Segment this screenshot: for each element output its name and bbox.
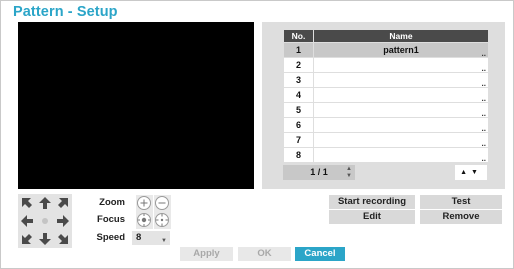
- row-number: 4: [283, 87, 314, 103]
- row-name-cell[interactable]: ..: [313, 87, 489, 103]
- focus-near-icon: [137, 213, 151, 227]
- row-number: 6: [283, 117, 314, 133]
- pattern-list-panel: No. Name 1 pattern1.. 2 .. 3 .. 4 .. 5 .…: [262, 22, 505, 189]
- edit-button[interactable]: Edit: [329, 210, 415, 224]
- row-number: 2: [283, 57, 314, 73]
- table-row[interactable]: 1 pattern1..: [283, 42, 489, 58]
- video-preview[interactable]: [18, 22, 254, 189]
- column-header-no: No.: [283, 29, 314, 43]
- focus-label: Focus: [97, 214, 125, 225]
- test-button[interactable]: Test: [420, 195, 502, 209]
- column-header-name: Name: [313, 29, 489, 43]
- speed-select[interactable]: 8 ▼: [132, 231, 170, 245]
- reorder-buttons: ▲▼: [455, 165, 487, 180]
- zoom-out-icon: [155, 196, 169, 210]
- row-name-cell[interactable]: ..: [313, 102, 489, 118]
- center-dot-icon[interactable]: [36, 212, 54, 230]
- arrow-right-icon[interactable]: [54, 212, 72, 230]
- row-name-cell[interactable]: pattern1..: [313, 42, 489, 58]
- speed-value: 8: [136, 232, 142, 243]
- arrow-down-right-icon[interactable]: [54, 230, 72, 248]
- row-name-cell[interactable]: ..: [313, 132, 489, 148]
- arrow-up-right-icon[interactable]: [54, 194, 72, 212]
- chevron-down-icon: ▼: [161, 238, 167, 244]
- table-row[interactable]: 3 ..: [283, 72, 489, 88]
- table-row[interactable]: 4 ..: [283, 87, 489, 103]
- apply-button[interactable]: Apply: [180, 247, 233, 261]
- spin-down-icon[interactable]: ▼: [345, 173, 353, 180]
- move-down-icon[interactable]: ▼: [471, 169, 482, 176]
- start-recording-button[interactable]: Start recording: [329, 195, 415, 209]
- spin-up-icon[interactable]: ▲: [345, 166, 353, 173]
- cancel-button[interactable]: Cancel: [295, 247, 345, 261]
- arrow-up-icon[interactable]: [36, 194, 54, 212]
- arrow-down-left-icon[interactable]: [18, 230, 36, 248]
- row-number: 1: [283, 42, 314, 58]
- row-number: 8: [283, 147, 314, 163]
- row-name-cell[interactable]: ..: [313, 117, 489, 133]
- edit-name-icon[interactable]: ..: [482, 155, 486, 163]
- row-name-cell[interactable]: ..: [313, 72, 489, 88]
- table-row[interactable]: 2 ..: [283, 57, 489, 73]
- table-row[interactable]: 7 ..: [283, 132, 489, 148]
- row-name-cell[interactable]: ..: [313, 57, 489, 73]
- speed-label: Speed: [96, 232, 125, 243]
- zoom-in-icon: [137, 196, 151, 210]
- focus-far-button[interactable]: [154, 212, 171, 229]
- row-number: 5: [283, 102, 314, 118]
- row-name: pattern1: [383, 45, 419, 55]
- row-number: 7: [283, 132, 314, 148]
- zoom-out-button[interactable]: [154, 195, 171, 212]
- table-row[interactable]: 8 ..: [283, 147, 489, 163]
- ok-button[interactable]: OK: [238, 247, 291, 261]
- zoom-label: Zoom: [99, 197, 125, 208]
- page-spinner[interactable]: ▲ ▼: [345, 166, 353, 180]
- move-up-icon[interactable]: ▲: [460, 169, 471, 176]
- focus-near-button[interactable]: [136, 212, 153, 229]
- dialog-title: Pattern - Setup: [13, 4, 118, 20]
- table-row[interactable]: 6 ..: [283, 117, 489, 133]
- pattern-setup-dialog: Pattern - Setup No. Name 1 pattern1.. 2 …: [0, 0, 514, 269]
- zoom-in-button[interactable]: [136, 195, 153, 212]
- row-number: 3: [283, 72, 314, 88]
- ptz-direction-pad: [18, 194, 72, 248]
- arrow-left-icon[interactable]: [18, 212, 36, 230]
- focus-far-icon: [155, 213, 169, 227]
- table-row[interactable]: 5 ..: [283, 102, 489, 118]
- arrow-up-left-icon[interactable]: [18, 194, 36, 212]
- pattern-table: No. Name 1 pattern1.. 2 .. 3 .. 4 .. 5 .…: [283, 29, 489, 163]
- row-name-cell[interactable]: ..: [313, 147, 489, 163]
- table-header-row: No. Name: [283, 29, 489, 43]
- remove-button[interactable]: Remove: [420, 210, 502, 224]
- arrow-down-icon[interactable]: [36, 230, 54, 248]
